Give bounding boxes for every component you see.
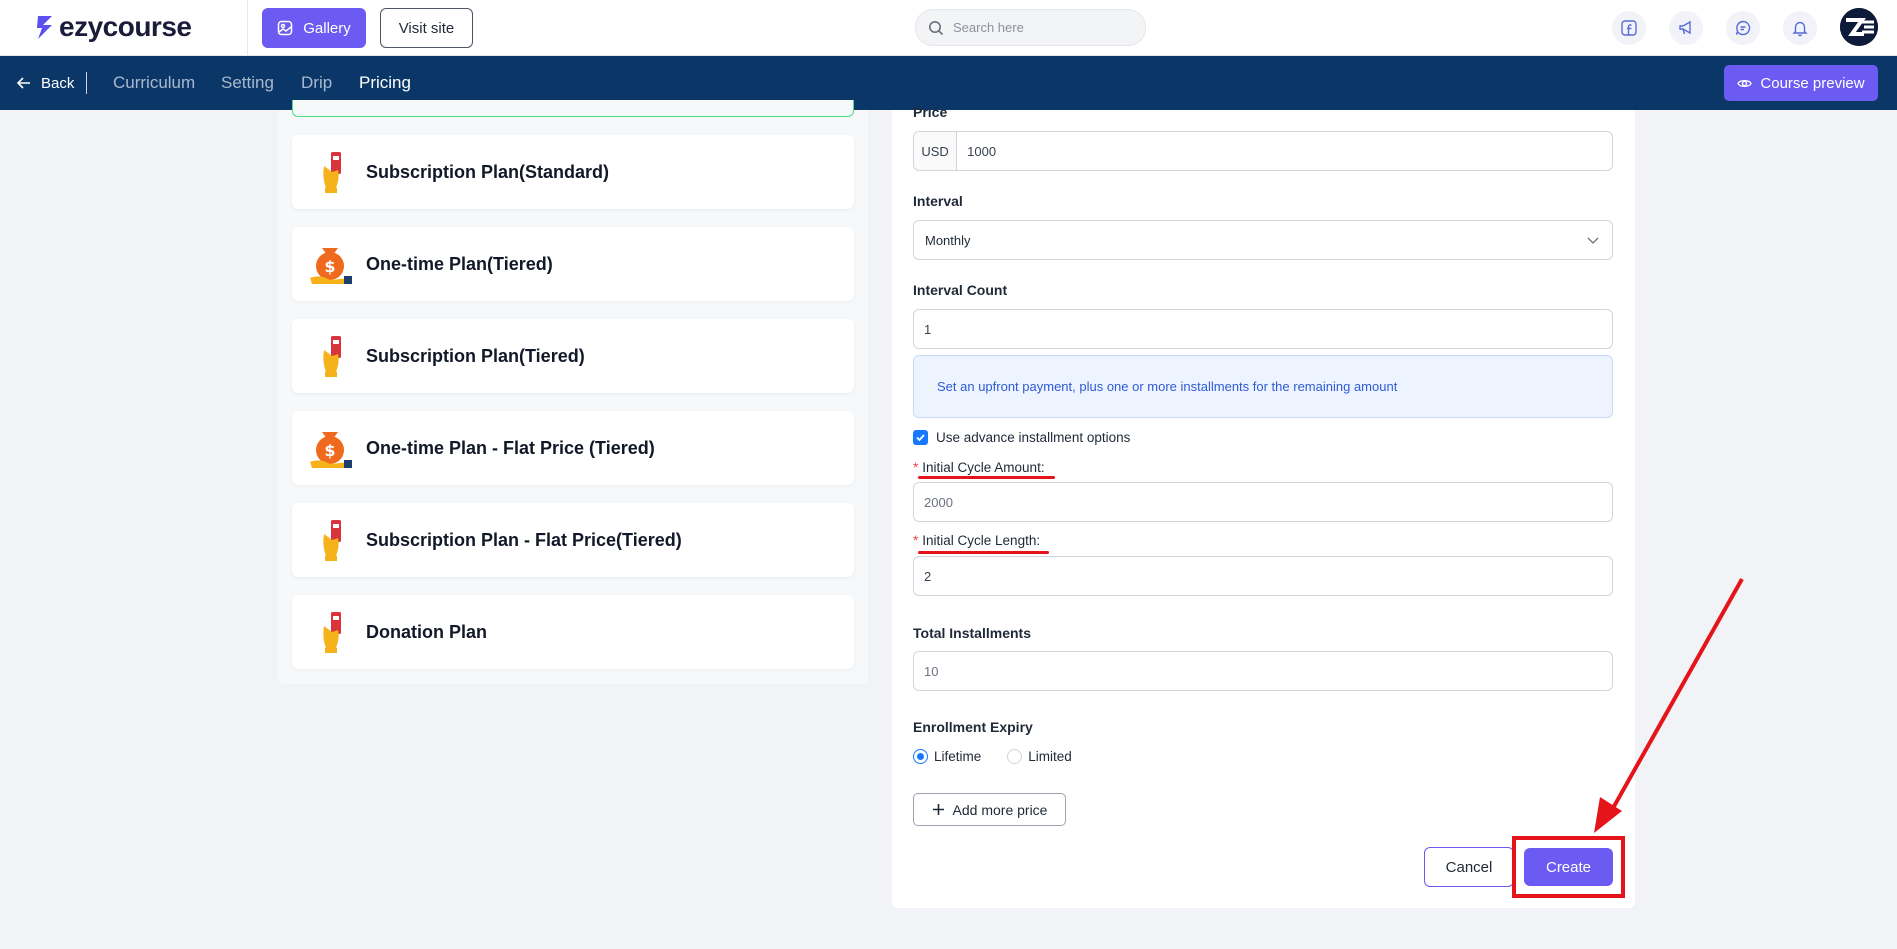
avatar-logo-icon [1840, 8, 1878, 46]
tab-setting[interactable]: Setting [221, 56, 274, 110]
plan-card-one-time-flat-tiered[interactable]: $ One-time Plan - Flat Price (Tiered) [292, 411, 854, 485]
svg-text:$: $ [324, 257, 335, 276]
total-installments-input[interactable] [914, 652, 1612, 690]
plan-title: One-time Plan(Tiered) [366, 253, 553, 274]
arrow-left-icon [16, 77, 30, 89]
interval-selected-value: Monthly [925, 232, 971, 248]
eye-icon [1737, 79, 1753, 87]
interval-select[interactable]: Monthly [913, 220, 1613, 260]
search-box[interactable] [915, 9, 1146, 46]
chevron-down-icon [1587, 237, 1599, 244]
card-hand-icon [323, 520, 341, 561]
plan-title: Subscription Plan(Tiered) [366, 345, 585, 366]
radio-lifetime-label[interactable]: Lifetime [934, 749, 981, 764]
plan-card-donation[interactable]: Donation Plan [292, 595, 854, 669]
installment-info-box: Set an upfront payment, plus one or more… [913, 355, 1613, 418]
search-input[interactable] [953, 20, 1123, 35]
advance-installment-checkbox[interactable] [913, 430, 928, 445]
interval-label: Interval [913, 193, 963, 209]
info-text: Set an upfront payment, plus one or more… [937, 379, 1398, 394]
price-label: Price [913, 104, 948, 120]
plan-title: One-time Plan - Flat Price (Tiered) [366, 437, 655, 458]
divider [247, 0, 248, 56]
notifications-button[interactable] [1783, 11, 1817, 45]
add-more-price-label: Add more price [952, 801, 1048, 818]
nav-divider [86, 72, 87, 94]
radio-limited[interactable] [1007, 749, 1023, 764]
course-preview-label: Course preview [1760, 74, 1865, 92]
plan-title: Subscription Plan - Flat Price(Tiered) [366, 529, 682, 550]
back-label: Back [41, 74, 75, 92]
enrollment-expiry-options: Lifetime Limited [913, 749, 1072, 764]
price-input[interactable] [957, 132, 1612, 170]
money-bag-icon: $ [310, 248, 352, 284]
plan-card-subscription-tiered[interactable]: Subscription Plan(Tiered) [292, 319, 854, 393]
initial-cycle-length-label: * Initial Cycle Length: [913, 533, 1041, 548]
card-hand-icon [323, 612, 341, 653]
advance-installment-label: Use advance installment options [936, 430, 1131, 445]
back-button[interactable]: Back [16, 56, 74, 110]
plan-card-subscription-flat-tiered[interactable]: Subscription Plan - Flat Price(Tiered) [292, 503, 854, 577]
add-more-price-button[interactable]: Add more price [913, 793, 1066, 826]
chat-button[interactable] [1726, 11, 1760, 45]
annotation-highlight-box [1512, 836, 1625, 898]
brand-logo[interactable]: ezycourse [34, 11, 192, 43]
initial-cycle-length-text: Initial Cycle Length [922, 533, 1037, 548]
annotation-underline [918, 551, 1049, 554]
gallery-label: Gallery [303, 19, 351, 37]
total-installments-label: Total Installments [913, 625, 1031, 641]
facebook-icon [1621, 20, 1637, 36]
cancel-button[interactable]: Cancel [1424, 847, 1514, 887]
search-icon [929, 20, 944, 35]
price-field: USD [913, 131, 1613, 171]
initial-cycle-amount-input[interactable] [914, 483, 1612, 521]
megaphone-icon [1679, 20, 1691, 35]
radio-lifetime[interactable] [913, 749, 928, 764]
visit-site-button[interactable]: Visit site [380, 8, 473, 48]
initial-cycle-amount-text: Initial Cycle Amount [922, 460, 1041, 475]
plan-card-subscription-standard[interactable]: Subscription Plan(Standard) [292, 135, 854, 209]
top-bar: ezycourse Gallery Visit site [0, 0, 1897, 56]
facebook-button[interactable] [1612, 11, 1646, 45]
bell-icon [1792, 21, 1808, 37]
initial-cycle-amount-field [913, 482, 1613, 522]
interval-count-field [913, 309, 1613, 349]
interval-count-label: Interval Count [913, 282, 1008, 298]
plan-title: Subscription Plan(Standard) [366, 161, 610, 182]
tab-curriculum[interactable]: Curriculum [113, 56, 195, 110]
required-asterisk: * [913, 533, 919, 548]
selected-plan-card-edge[interactable] [292, 100, 854, 117]
logo-mark-icon [37, 16, 52, 39]
currency-prefix: USD [914, 132, 958, 170]
enrollment-expiry-label: Enrollment Expiry [913, 719, 1033, 735]
plan-title: Donation Plan [366, 621, 487, 642]
initial-cycle-length-field [913, 556, 1613, 596]
plus-icon [932, 804, 944, 815]
advance-installment-option[interactable]: Use advance installment options [913, 430, 1130, 445]
annotation-underline [918, 476, 1055, 479]
interval-count-input[interactable] [914, 310, 1612, 348]
gallery-button[interactable]: Gallery [262, 8, 366, 48]
chat-icon [1735, 20, 1751, 36]
course-nav-bar: Back Curriculum Setting Drip Pricing Cou… [0, 56, 1897, 110]
gallery-icon [277, 20, 293, 36]
announcement-button[interactable] [1669, 11, 1703, 45]
initial-cycle-length-input[interactable] [914, 557, 1612, 595]
required-asterisk: * [913, 460, 919, 475]
radio-limited-label[interactable]: Limited [1028, 749, 1072, 764]
card-hand-icon [323, 336, 341, 377]
plan-card-one-time-tiered[interactable]: $ One-time Plan(Tiered) [292, 227, 854, 301]
initial-cycle-amount-label: * Initial Cycle Amount: [913, 460, 1045, 475]
money-bag-icon: $ [310, 432, 352, 468]
check-icon [916, 434, 925, 442]
brand-name: ezycourse [59, 11, 192, 42]
svg-text:$: $ [324, 441, 335, 460]
annotation-arrow-icon [1594, 578, 1744, 833]
total-installments-field [913, 651, 1613, 691]
course-preview-button[interactable]: Course preview [1724, 65, 1878, 101]
avatar[interactable] [1840, 8, 1878, 46]
card-hand-icon [323, 152, 341, 193]
